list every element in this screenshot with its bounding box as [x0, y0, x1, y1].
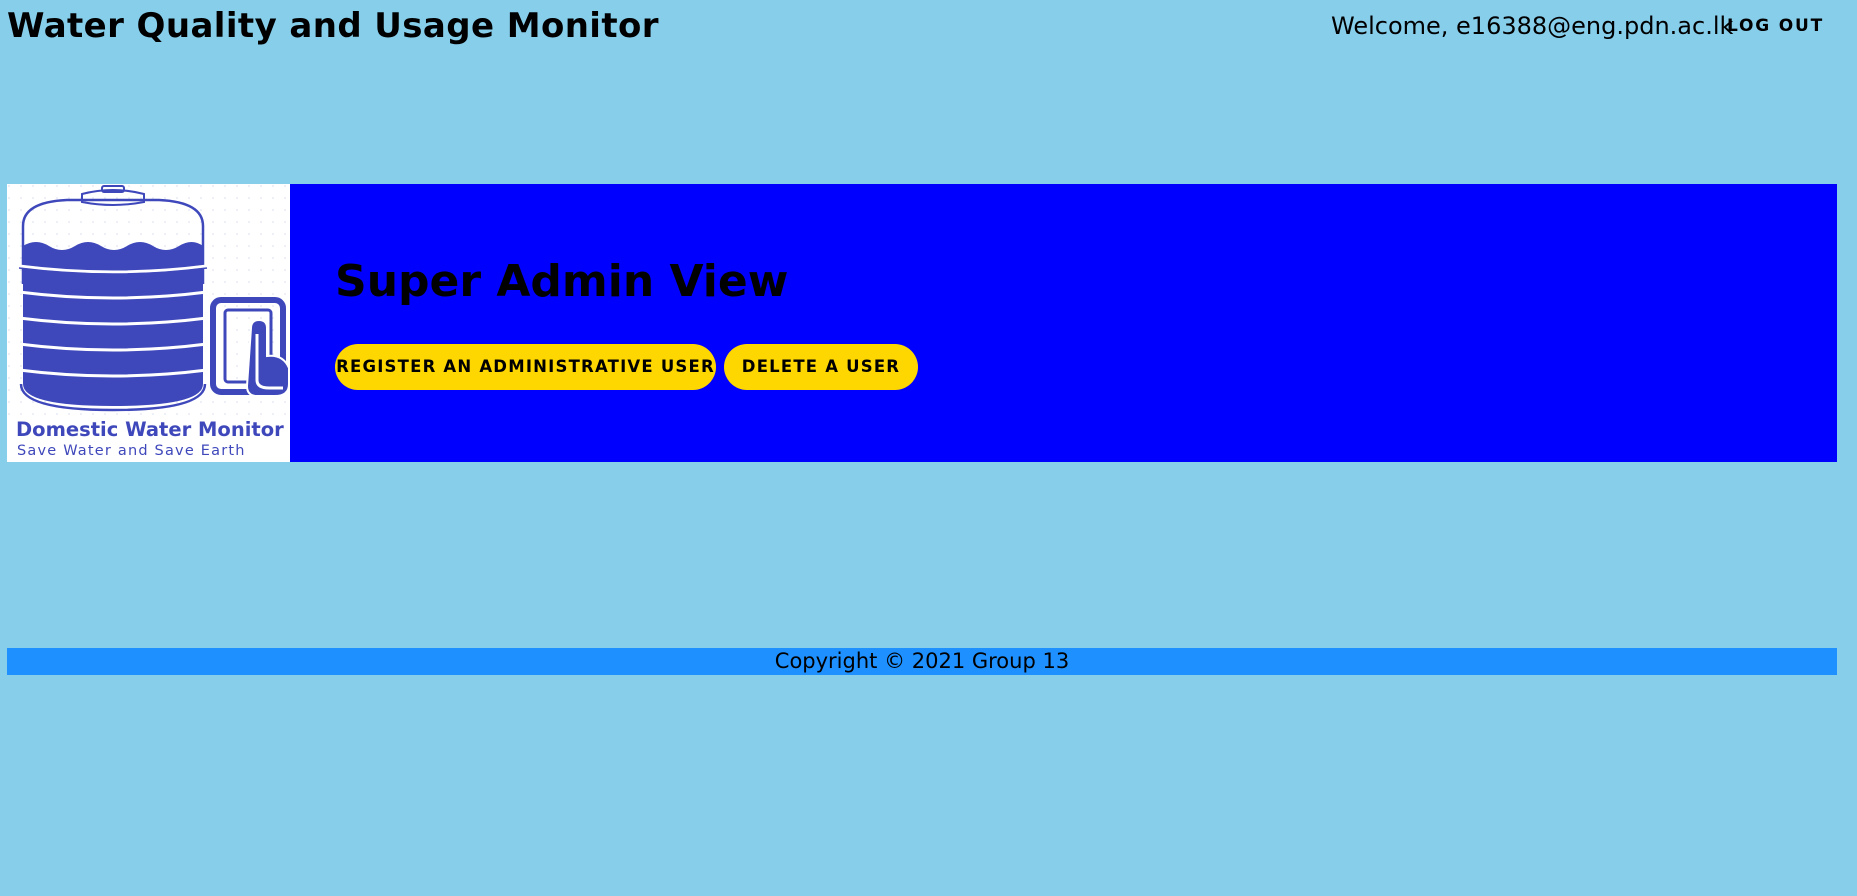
- welcome-text: Welcome, e16388@eng.pdn.ac.lk: [1331, 12, 1734, 40]
- top-bar: Water Quality and Usage Monitor Welcome,…: [0, 0, 1857, 56]
- register-admin-user-button[interactable]: REGISTER AN ADMINISTRATIVE USER: [335, 344, 716, 390]
- page-title: Super Admin View: [335, 256, 789, 307]
- app-title: Water Quality and Usage Monitor: [7, 6, 659, 46]
- app-logo: Domestic Water Monitor Save Water and Sa…: [7, 184, 290, 462]
- logo-subtitle: Save Water and Save Earth: [17, 443, 246, 459]
- footer-copyright: Copyright © 2021 Group 13: [7, 648, 1837, 675]
- logout-button[interactable]: LOG OUT: [1727, 16, 1824, 36]
- logo-title: Domestic Water Monitor: [16, 418, 284, 441]
- delete-user-button[interactable]: DELETE A USER: [724, 344, 918, 390]
- admin-banner: Domestic Water Monitor Save Water and Sa…: [7, 184, 1837, 462]
- water-tank-with-hand-icon: [7, 184, 290, 419]
